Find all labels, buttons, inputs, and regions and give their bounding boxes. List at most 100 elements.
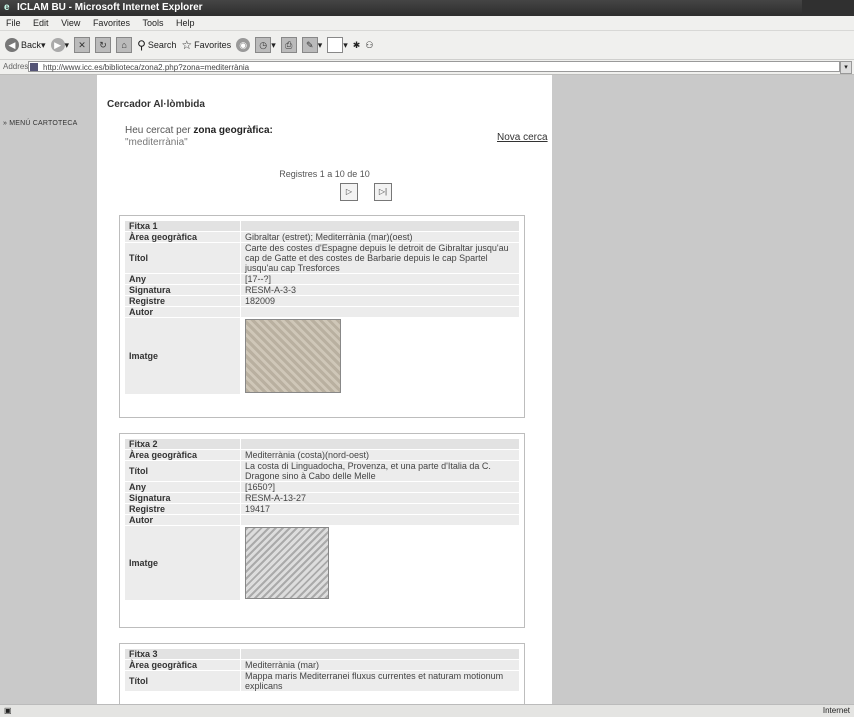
address-bar: Address http://www.icc.es/biblioteca/zon…	[0, 60, 854, 75]
field-value: Mediterrània (mar)	[241, 660, 519, 670]
people-icon: ⚇	[365, 39, 374, 50]
field-label: Títol	[125, 461, 240, 481]
print-icon: ⎙	[280, 37, 297, 53]
edit-button[interactable]: ✎ ▾	[301, 37, 322, 53]
field-value: RESM-A-3-3	[241, 285, 519, 295]
field-label: Autor	[125, 307, 240, 317]
record-header: Fitxa 1	[125, 221, 240, 231]
stop-button[interactable]: ✕	[74, 37, 91, 53]
field-value: Gibraltar (estret); Mediterrània (mar)(o…	[241, 232, 519, 242]
record-card: Fitxa 2 Àrea geogràfica Mediterrània (cos…	[119, 433, 525, 628]
star-icon: ☆	[181, 38, 193, 52]
history-icon: ◷	[255, 37, 272, 53]
search-field: zona geogràfica	[193, 125, 270, 136]
back-arrow-icon: ◀	[5, 38, 19, 52]
menu-tools[interactable]: Tools	[142, 18, 163, 28]
forward-button[interactable]: ▶ ▾	[50, 38, 69, 52]
field-label: Registre	[125, 504, 240, 514]
field-value	[241, 515, 519, 525]
home-button[interactable]: ⌂	[116, 37, 133, 53]
last-page-button[interactable]: ▷|	[374, 183, 392, 201]
record-header: Fitxa 2	[125, 439, 240, 449]
main-content: Cercador Al·lòmbida Heu cercat per zona …	[97, 75, 552, 713]
field-value: [1650?]	[241, 482, 519, 492]
search-summary: Heu cercat per zona geogràfica: "mediter…	[125, 125, 273, 148]
record-table: Fitxa 2 Àrea geogràfica Mediterrània (cos…	[124, 438, 520, 601]
refresh-icon: ↻	[95, 37, 112, 53]
field-label: Àrea geogràfica	[125, 660, 240, 670]
menu-view[interactable]: View	[61, 18, 80, 28]
forward-arrow-icon: ▶	[50, 38, 65, 52]
menu-edit[interactable]: Edit	[33, 18, 49, 28]
home-icon: ⌂	[116, 37, 133, 53]
window-title: ICLAM BU - Microsoft Internet Explorer	[17, 2, 203, 13]
page-title: Cercador Al·lòmbida	[107, 99, 205, 110]
field-value	[241, 307, 519, 317]
field-label: Títol	[125, 671, 240, 691]
page-icon	[30, 63, 38, 71]
discuss-button[interactable]: ▾	[327, 37, 348, 53]
field-label: Títol	[125, 243, 240, 273]
field-value: La costa di Linguadocha, Provenza, et un…	[241, 461, 519, 481]
record-table: Fitxa 3 Àrea geogràfica Mediterrània (mar…	[124, 648, 520, 692]
next-page-button[interactable]: ▷	[340, 183, 358, 201]
discuss-icon	[327, 37, 344, 53]
menu-favorites[interactable]: Favorites	[93, 18, 130, 28]
field-value: Mappa maris Mediterranei fluxus currente…	[241, 671, 519, 691]
records-info: Registres 1 a 10 de 10	[279, 169, 370, 179]
record-header: Fitxa 3	[125, 649, 240, 659]
page-status-icon: ▣	[4, 706, 12, 715]
window-controls[interactable]	[802, 0, 854, 16]
back-button[interactable]: ◀ Back ▾	[5, 38, 46, 52]
zone-indicator: Internet	[822, 706, 850, 715]
right-margin	[552, 75, 854, 704]
favorites-button[interactable]: ☆ Favorites	[181, 38, 231, 52]
edit-icon: ✎	[301, 37, 318, 53]
menu-help[interactable]: Help	[176, 18, 195, 28]
stop-icon: ✕	[74, 37, 91, 53]
field-value: [17--?]	[241, 274, 519, 284]
window-titlebar: e ICLAM BU - Microsoft Internet Explorer	[0, 0, 854, 16]
menu-bar: File Edit View Favorites Tools Help	[0, 16, 854, 31]
record-card: Fitxa 1 Àrea geogràfica Gibraltar (estret…	[119, 215, 525, 418]
field-label: Àrea geogràfica	[125, 232, 240, 242]
search-button[interactable]: ⚲ Search	[137, 38, 176, 52]
messenger-icon: ✱	[352, 39, 361, 50]
ie-logo-icon: e	[4, 2, 10, 13]
address-dropdown-button[interactable]: ▾	[840, 61, 852, 74]
history-button[interactable]: ◷ ▾	[255, 37, 276, 53]
field-value: 19417	[241, 504, 519, 514]
field-label: Any	[125, 274, 240, 284]
left-sidebar: » MENÚ CARTOTECA	[0, 75, 97, 704]
record-table: Fitxa 1 Àrea geogràfica Gibraltar (estret…	[124, 220, 520, 395]
image-label: Imatge	[125, 526, 240, 600]
media-button[interactable]: ◉	[236, 38, 251, 52]
messenger-button[interactable]: ✱	[353, 40, 361, 51]
field-label: Any	[125, 482, 240, 492]
field-label: Signatura	[125, 493, 240, 503]
refresh-button[interactable]: ↻	[95, 37, 112, 53]
record-card: Fitxa 3 Àrea geogràfica Mediterrània (mar…	[119, 643, 525, 713]
map-thumbnail[interactable]	[245, 319, 341, 393]
field-label: Autor	[125, 515, 240, 525]
media-icon: ◉	[236, 38, 251, 52]
print-button[interactable]: ⎙	[280, 37, 297, 53]
browser-toolbar: ◀ Back ▾ ▶ ▾ ✕ ↻ ⌂ ⚲ Search ☆ Favorites ◉ ◷…	[0, 31, 854, 60]
field-value: 182009	[241, 296, 519, 306]
field-label: Àrea geogràfica	[125, 450, 240, 460]
map-thumbnail[interactable]	[245, 527, 329, 599]
field-value: RESM-A-13-27	[241, 493, 519, 503]
search-prefix: Heu cercat per	[125, 125, 194, 136]
address-input[interactable]: http://www.icc.es/biblioteca/zona2.php?z…	[28, 61, 840, 72]
menu-file[interactable]: File	[6, 18, 21, 28]
search-icon: ⚲	[137, 38, 146, 52]
image-label: Imatge	[125, 318, 240, 394]
extra-button[interactable]: ⚇	[365, 40, 373, 51]
status-bar: ▣ Internet	[0, 704, 854, 717]
search-term: "mediterrània"	[125, 137, 188, 148]
field-label: Signatura	[125, 285, 240, 295]
field-label: Registre	[125, 296, 240, 306]
menu-cartoteca-link[interactable]: » MENÚ CARTOTECA	[3, 120, 78, 127]
new-search-link[interactable]: Nova cerca	[497, 132, 548, 143]
field-value: Carte des costes d'Espagne depuis le det…	[241, 243, 519, 273]
